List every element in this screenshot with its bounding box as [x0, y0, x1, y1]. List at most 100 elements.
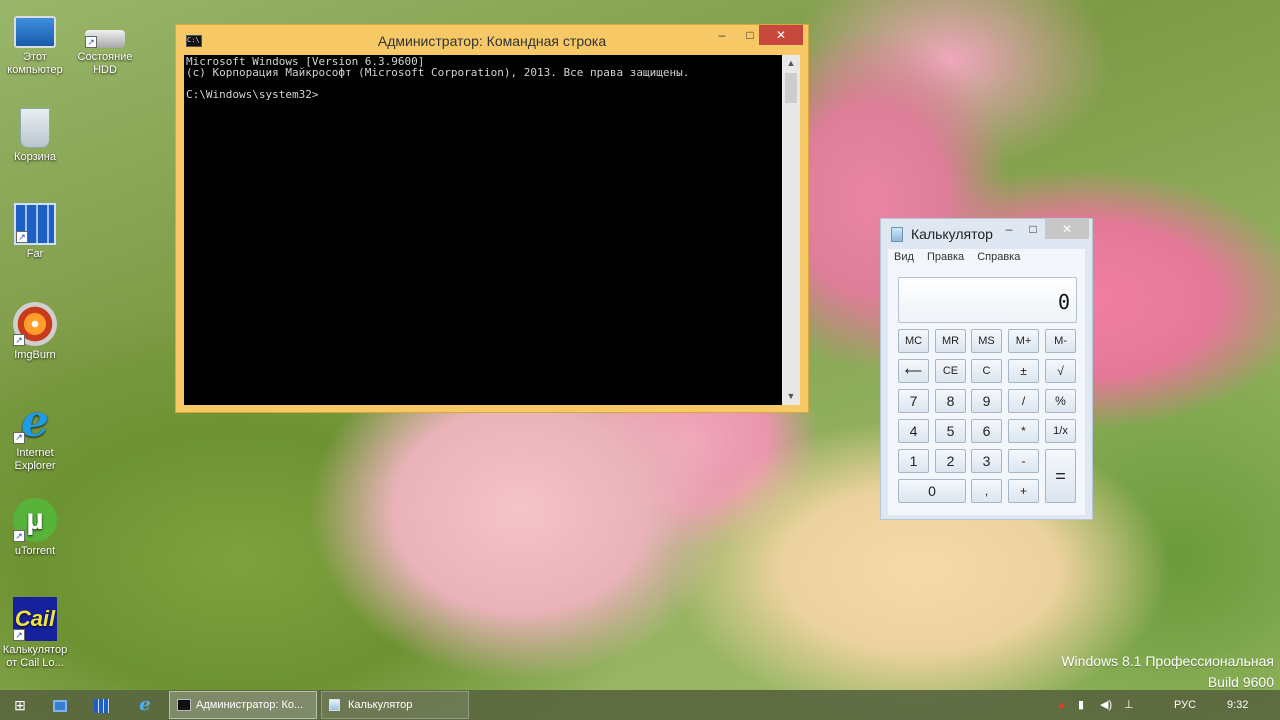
- key-square-root[interactable]: √: [1045, 359, 1076, 383]
- cmd-minimize-button[interactable]: –: [708, 25, 736, 45]
- cail-calculator-icon: Cail ↗: [13, 597, 57, 641]
- shortcut-arrow-icon: ↗: [85, 36, 97, 48]
- file-explorer-icon: [53, 700, 67, 713]
- shortcut-arrow-icon: ↗: [13, 629, 25, 641]
- desktop-icon-imgburn[interactable]: ↗ ImgBurn: [0, 302, 70, 362]
- key-clear-entry[interactable]: CE: [935, 359, 966, 383]
- key-backspace[interactable]: ⟵: [898, 359, 929, 383]
- console-prompt: C:\Windows\system32>: [186, 88, 319, 101]
- recycle-bin-icon: [20, 108, 50, 148]
- computer-icon: [14, 16, 56, 48]
- menu-help[interactable]: Справка: [977, 251, 1020, 263]
- calculator-app-icon[interactable]: [891, 227, 903, 242]
- key-multiply[interactable]: *: [1008, 419, 1039, 443]
- key-plus[interactable]: +: [1008, 479, 1039, 503]
- console-line: (c) Корпорация Майкрософт (Microsoft Cor…: [186, 66, 690, 79]
- menu-view[interactable]: Вид: [894, 251, 914, 263]
- key-9[interactable]: 9: [971, 389, 1002, 413]
- key-memory-recall[interactable]: MR: [935, 329, 966, 353]
- key-plus-minus[interactable]: ±: [1008, 359, 1039, 383]
- key-decimal[interactable]: ,: [971, 479, 1002, 503]
- key-7[interactable]: 7: [898, 389, 929, 413]
- key-reciprocal[interactable]: 1/x: [1045, 419, 1076, 443]
- calculator-window[interactable]: Калькулятор – □ ✕ Вид Правка Справка 0 M…: [880, 218, 1093, 520]
- calculator-display: 0: [898, 277, 1077, 323]
- tray-language[interactable]: РУС: [1174, 690, 1196, 720]
- taskbar-pinned-explorer[interactable]: [40, 690, 80, 720]
- calc-close-button[interactable]: ✕: [1045, 219, 1089, 239]
- calc-maximize-button[interactable]: □: [1021, 219, 1045, 239]
- key-divide[interactable]: /: [1008, 389, 1039, 413]
- key-percent[interactable]: %: [1045, 389, 1076, 413]
- taskbar-task-label: Калькулятор: [348, 699, 413, 711]
- taskbar-task-label: Администратор: Ко...: [196, 699, 304, 711]
- cmd-console[interactable]: Microsoft Windows [Version 6.3.9600] (c) …: [184, 55, 782, 405]
- key-4[interactable]: 4: [898, 419, 929, 443]
- tray-action-center-icon[interactable]: ▲: [1056, 690, 1067, 720]
- taskbar-pinned-far[interactable]: [82, 690, 122, 720]
- desktop-icon-label: ImgBurn: [14, 349, 56, 361]
- desktop-icon-label: HDD: [93, 64, 117, 76]
- key-memory-subtract[interactable]: M-: [1045, 329, 1076, 353]
- tray-volume-icon[interactable]: ◀): [1100, 690, 1112, 720]
- calculator-menu-bar: Вид Правка Справка: [894, 251, 1030, 269]
- far-manager-icon: ↗: [14, 203, 56, 245]
- key-8[interactable]: 8: [935, 389, 966, 413]
- key-2[interactable]: 2: [935, 449, 966, 473]
- cmd-app-icon: [177, 699, 191, 711]
- desktop-icon-far[interactable]: ↗ Far: [0, 203, 70, 261]
- key-clear[interactable]: C: [971, 359, 1002, 383]
- desktop-icon-label: uTorrent: [14, 545, 56, 557]
- tray-clock[interactable]: 9:32: [1227, 690, 1248, 720]
- scroll-thumb[interactable]: [785, 73, 797, 103]
- desktop-icon-internet-explorer[interactable]: e ↗ Internet Explorer: [0, 400, 70, 473]
- key-6[interactable]: 6: [971, 419, 1002, 443]
- desktop-icon-label: Корзина: [14, 151, 56, 163]
- desktop-icon-recycle-bin[interactable]: Корзина: [0, 104, 70, 164]
- key-0[interactable]: 0: [898, 479, 966, 503]
- hdd-icon: ↗: [85, 30, 125, 48]
- desktop-icon-hdd-state[interactable]: ↗ Состояние HDD: [70, 8, 140, 77]
- key-memory-store[interactable]: MS: [971, 329, 1002, 353]
- far-manager-icon: [94, 699, 110, 714]
- shortcut-arrow-icon: ↗: [13, 432, 25, 444]
- calc-minimize-button[interactable]: –: [997, 219, 1021, 239]
- key-5[interactable]: 5: [935, 419, 966, 443]
- desktop-icon-label: Internet: [16, 447, 54, 459]
- desktop-icon-cail-calculator[interactable]: Cail ↗ Калькулятор от Cail Lo...: [0, 597, 70, 670]
- desktop-icon-label: компьютер: [7, 64, 63, 76]
- key-memory-clear[interactable]: MC: [898, 329, 929, 353]
- utorrent-icon: µ ↗: [13, 498, 57, 542]
- key-1[interactable]: 1: [898, 449, 929, 473]
- taskbar-task-calculator[interactable]: Калькулятор: [321, 691, 469, 719]
- shortcut-arrow-icon: ↗: [16, 231, 28, 243]
- desktop-icon-utorrent[interactable]: µ ↗ uTorrent: [0, 498, 70, 558]
- scroll-down-arrow-icon[interactable]: ▼: [782, 388, 800, 405]
- key-equals[interactable]: =: [1045, 449, 1076, 503]
- taskbar-task-cmd[interactable]: Администратор: Ко...: [169, 691, 317, 719]
- imgburn-disc-icon: ↗: [13, 302, 57, 346]
- scroll-up-arrow-icon[interactable]: ▲: [782, 55, 800, 72]
- key-memory-add[interactable]: M+: [1008, 329, 1039, 353]
- desktop-icon-label: от Cail Lo...: [6, 657, 64, 669]
- cmd-title-bar[interactable]: C:\ Администратор: Командная строка – □ …: [176, 25, 808, 55]
- cmd-window[interactable]: C:\ Администратор: Командная строка – □ …: [175, 24, 809, 413]
- cmd-close-button[interactable]: ✕: [759, 25, 803, 45]
- calculator-body: Вид Правка Справка 0 MC MR MS M+ M- ⟵ CE…: [888, 249, 1085, 515]
- start-button[interactable]: ⊞: [0, 690, 40, 720]
- key-minus[interactable]: -: [1008, 449, 1039, 473]
- cmd-vertical-scrollbar[interactable]: ▲ ▼: [782, 55, 800, 405]
- display-value: 0: [1057, 290, 1070, 314]
- desktop-icon-label: Far: [26, 248, 44, 260]
- internet-explorer-icon: e: [139, 694, 151, 715]
- tray-power-icon[interactable]: ▮: [1078, 690, 1084, 720]
- calculator-title: Калькулятор: [911, 226, 993, 242]
- menu-edit[interactable]: Правка: [927, 251, 964, 263]
- watermark-edition: Windows 8.1 Профессиональная: [1061, 653, 1274, 669]
- taskbar-pinned-ie[interactable]: e: [125, 690, 165, 720]
- desktop-icon-label: Этот: [23, 51, 47, 63]
- desktop-icon-this-pc[interactable]: Этот компьютер: [0, 8, 70, 77]
- key-3[interactable]: 3: [971, 449, 1002, 473]
- desktop-icon-label: Explorer: [14, 460, 56, 472]
- tray-network-icon[interactable]: ⊥: [1124, 690, 1134, 720]
